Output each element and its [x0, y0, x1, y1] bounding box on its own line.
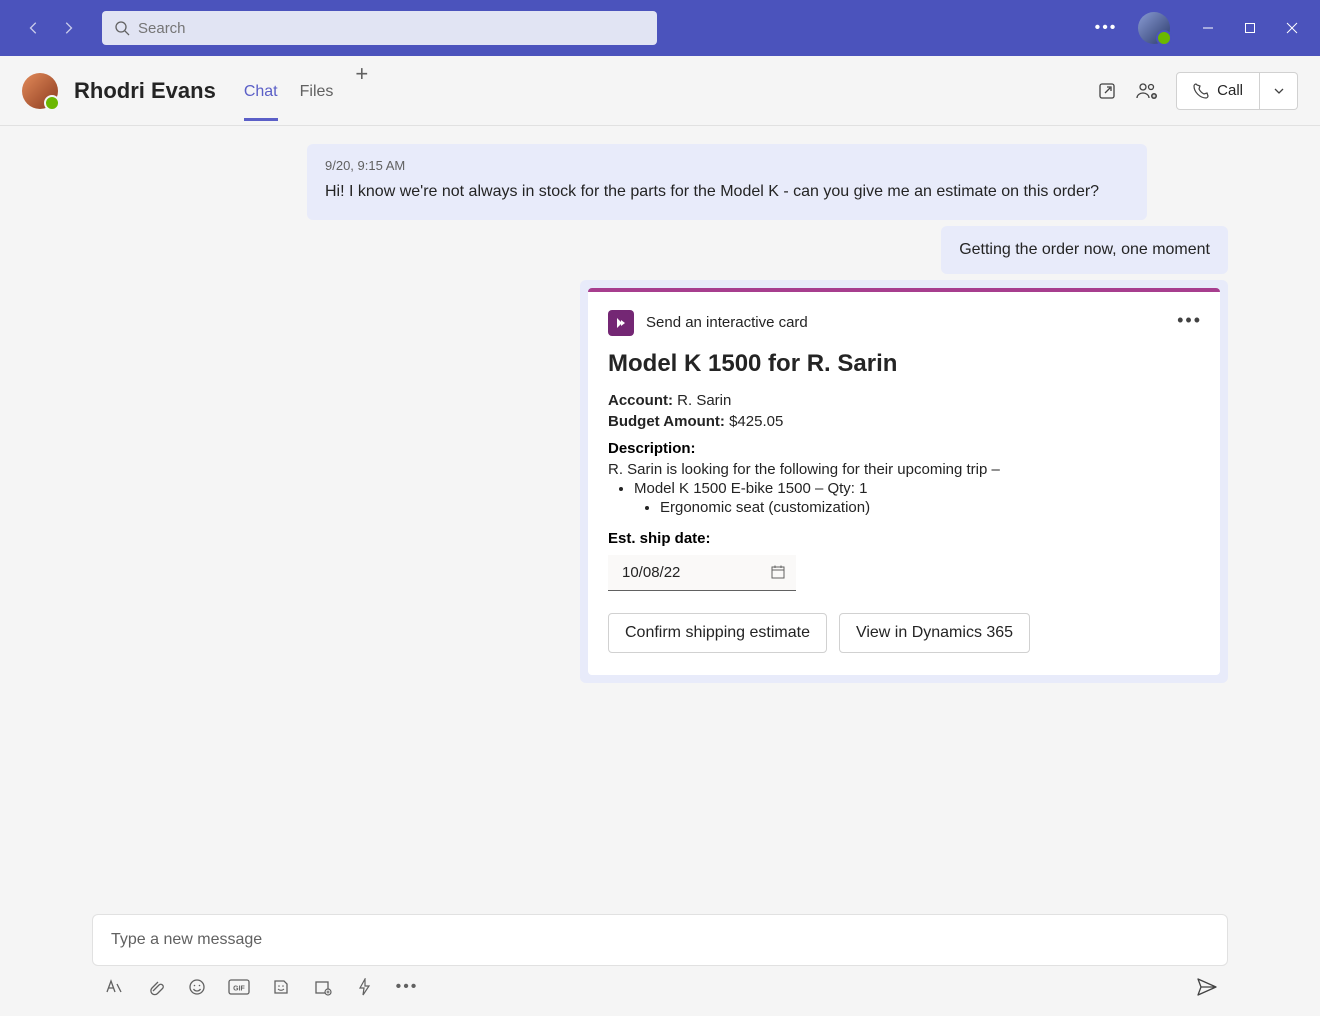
send-button[interactable]	[1196, 976, 1218, 998]
close-button[interactable]	[1282, 18, 1302, 38]
confirm-shipping-button[interactable]: Confirm shipping estimate	[608, 613, 827, 653]
card-app-name: Send an interactive card	[646, 314, 808, 331]
chat-header: Rhodri Evans Chat Files + Call	[0, 56, 1320, 126]
chat-tabs: Chat Files +	[244, 61, 368, 121]
tab-chat[interactable]: Chat	[244, 61, 278, 121]
forward-button[interactable]	[54, 14, 82, 42]
list-item: Model K 1500 E-bike 1500 – Qty: 1	[634, 480, 1200, 497]
message-text: Getting the order now, one moment	[959, 241, 1210, 258]
list-item: Ergonomic seat (customization)	[660, 499, 1200, 516]
compose-area: GIF •••	[0, 896, 1320, 1016]
compose-more-icon[interactable]: •••	[396, 976, 418, 998]
incoming-message: 9/20, 9:15 AM Hi! I know we're not alway…	[307, 144, 1147, 220]
card-more-button[interactable]: •••	[1177, 310, 1202, 331]
people-add-icon[interactable]	[1136, 80, 1158, 102]
me-avatar[interactable]	[1138, 12, 1170, 44]
popout-icon[interactable]	[1096, 80, 1118, 102]
compose-box[interactable]	[92, 914, 1228, 966]
add-tab-button[interactable]: +	[355, 61, 368, 121]
call-label: Call	[1217, 82, 1243, 99]
ship-date-value: 10/08/22	[622, 564, 680, 581]
view-dynamics-button[interactable]: View in Dynamics 365	[839, 613, 1030, 653]
message-timestamp: 9/20, 9:15 AM	[325, 156, 1129, 176]
emoji-icon[interactable]	[186, 976, 208, 998]
card-account-line: Account: R. Sarin	[608, 392, 1200, 409]
actions-icon[interactable]	[354, 976, 376, 998]
titlebar: •••	[0, 0, 1320, 56]
back-button[interactable]	[20, 14, 48, 42]
loop-icon[interactable]	[312, 976, 334, 998]
chat-title: Rhodri Evans	[74, 78, 216, 104]
search-icon	[114, 20, 130, 36]
more-icon[interactable]: •••	[1096, 18, 1116, 38]
titlebar-actions: •••	[1096, 12, 1310, 44]
compose-toolbar: GIF •••	[92, 976, 1228, 998]
call-button[interactable]: Call	[1176, 72, 1260, 110]
tab-files[interactable]: Files	[300, 61, 334, 121]
phone-icon	[1193, 83, 1209, 99]
maximize-button[interactable]	[1240, 18, 1260, 38]
ship-date-label: Est. ship date:	[608, 530, 1200, 547]
svg-text:GIF: GIF	[233, 986, 245, 993]
compose-input[interactable]	[111, 931, 1209, 949]
adaptive-card-wrap: Send an interactive card ••• Model K 150…	[580, 280, 1228, 683]
format-icon[interactable]	[102, 976, 124, 998]
search-box[interactable]	[102, 11, 657, 45]
calendar-icon	[770, 564, 786, 580]
powerapps-icon	[608, 310, 634, 336]
search-input[interactable]	[138, 20, 645, 37]
call-button-group: Call	[1176, 72, 1298, 110]
card-description-label: Description:	[608, 440, 1200, 457]
peer-avatar[interactable]	[22, 73, 58, 109]
messages-area: 9/20, 9:15 AM Hi! I know we're not alway…	[0, 126, 1320, 713]
outgoing-message: Getting the order now, one moment	[941, 226, 1228, 274]
gif-icon[interactable]: GIF	[228, 976, 250, 998]
card-title: Model K 1500 for R. Sarin	[608, 350, 1200, 378]
minimize-button[interactable]	[1198, 18, 1218, 38]
sticker-icon[interactable]	[270, 976, 292, 998]
chevron-down-icon	[1273, 85, 1285, 97]
message-text: Hi! I know we're not always in stock for…	[325, 180, 1129, 204]
ship-date-input[interactable]: 10/08/22	[608, 555, 796, 591]
call-dropdown[interactable]	[1260, 72, 1298, 110]
nav-arrows	[20, 14, 82, 42]
card-budget-line: Budget Amount: $425.05	[608, 413, 1200, 430]
adaptive-card: Send an interactive card ••• Model K 150…	[588, 288, 1220, 675]
attach-icon[interactable]	[144, 976, 166, 998]
card-description-text: R. Sarin is looking for the following fo…	[608, 461, 1200, 478]
card-item-list: Model K 1500 E-bike 1500 – Qty: 1 Ergono…	[608, 480, 1200, 516]
